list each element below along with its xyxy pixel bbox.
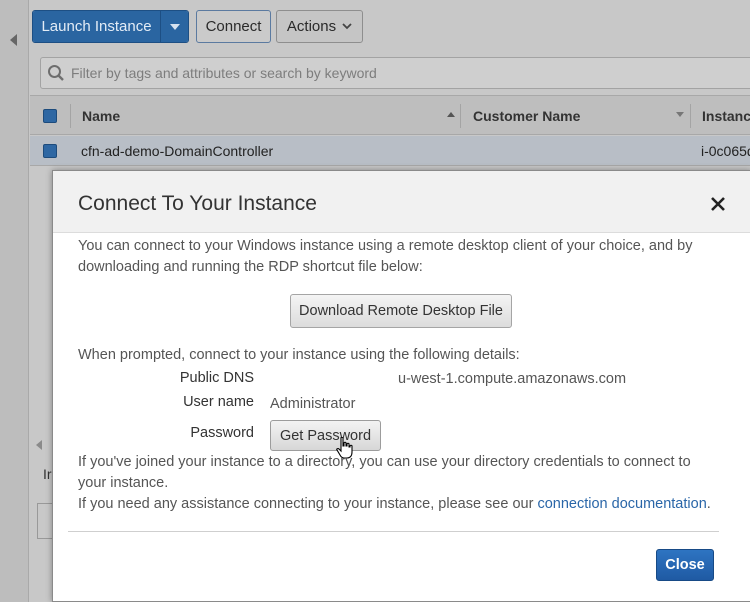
connection-prompt-text: When prompted, connect to your instance … (78, 347, 520, 363)
instances-table-header: Name Customer Name Instance (30, 95, 750, 135)
chevron-down-icon (342, 23, 352, 30)
caret-down-icon (169, 23, 180, 30)
dialog-footer-divider (68, 531, 719, 532)
dialog-title: Connect To Your Instance (78, 192, 317, 215)
connect-button-label: Connect (205, 18, 262, 35)
user-name-value[interactable]: Administrator (270, 396, 355, 412)
chevron-left-icon (10, 34, 17, 46)
instance-filter-search[interactable]: Filter by tags and attributes or search … (40, 57, 750, 89)
column-separator (70, 104, 71, 128)
connect-button[interactable]: Connect (196, 10, 271, 43)
dialog-header: Connect To Your Instance (53, 171, 750, 233)
launch-instance-split-button: Launch Instance (32, 10, 189, 43)
connection-documentation-link[interactable]: connection documentation (537, 496, 706, 512)
assistance-suffix: . (706, 496, 711, 512)
column-separator (460, 104, 461, 128)
lower-panel-tab[interactable]: Ir (43, 466, 52, 482)
public-dns-value[interactable]: u-west-1.compute.amazonaws.com (270, 371, 626, 387)
select-all-checkbox[interactable] (43, 109, 57, 123)
public-dns-text: u-west-1.compute.amazonaws.com (398, 371, 627, 387)
column-header-instance[interactable]: Instance (702, 108, 750, 124)
row-name-cell: cfn-ad-demo-DomainController (81, 143, 274, 159)
connect-instance-dialog: Connect To Your Instance You can connect… (52, 170, 750, 602)
close-icon (711, 197, 725, 211)
actions-button-label: Actions (286, 18, 337, 35)
search-input-placeholder[interactable]: Filter by tags and attributes or search … (71, 65, 377, 81)
directory-note-text: If you've joined your instance to a dire… (78, 454, 691, 491)
row-checkbox[interactable] (43, 144, 57, 158)
sort-ascending-icon[interactable] (447, 112, 455, 117)
user-name-label: User name (183, 394, 254, 410)
launch-instance-button[interactable]: Launch Instance (33, 11, 160, 42)
public-dns-label: Public DNS (179, 370, 254, 386)
close-button[interactable]: Close (656, 549, 714, 581)
redacted-region (270, 373, 398, 386)
scroll-left-icon[interactable] (36, 440, 44, 450)
column-header-customer-name[interactable]: Customer Name (473, 108, 580, 124)
side-panel-strip (0, 0, 29, 602)
download-rdp-file-button[interactable]: Download Remote Desktop File (290, 294, 512, 328)
password-label: Password (190, 425, 254, 441)
assistance-prefix: If you need any assistance connecting to… (78, 496, 534, 512)
row-instance-cell: i-0c065d (701, 143, 750, 159)
search-icon (41, 58, 71, 88)
sort-descending-icon[interactable] (676, 112, 684, 117)
dialog-intro-text: You can connect to your Windows instance… (78, 238, 693, 275)
assistance-text: If you need any assistance connecting to… (78, 494, 711, 515)
collapse-sidebar-button[interactable] (6, 30, 22, 50)
get-password-button[interactable]: Get Password (270, 420, 381, 451)
actions-button[interactable]: Actions (276, 10, 363, 43)
column-header-name[interactable]: Name (82, 108, 120, 124)
table-row[interactable]: cfn-ad-demo-DomainController i-0c065d (30, 136, 750, 166)
column-separator (690, 104, 691, 128)
dialog-close-button[interactable] (708, 194, 728, 214)
launch-options-toggle[interactable] (160, 11, 188, 42)
